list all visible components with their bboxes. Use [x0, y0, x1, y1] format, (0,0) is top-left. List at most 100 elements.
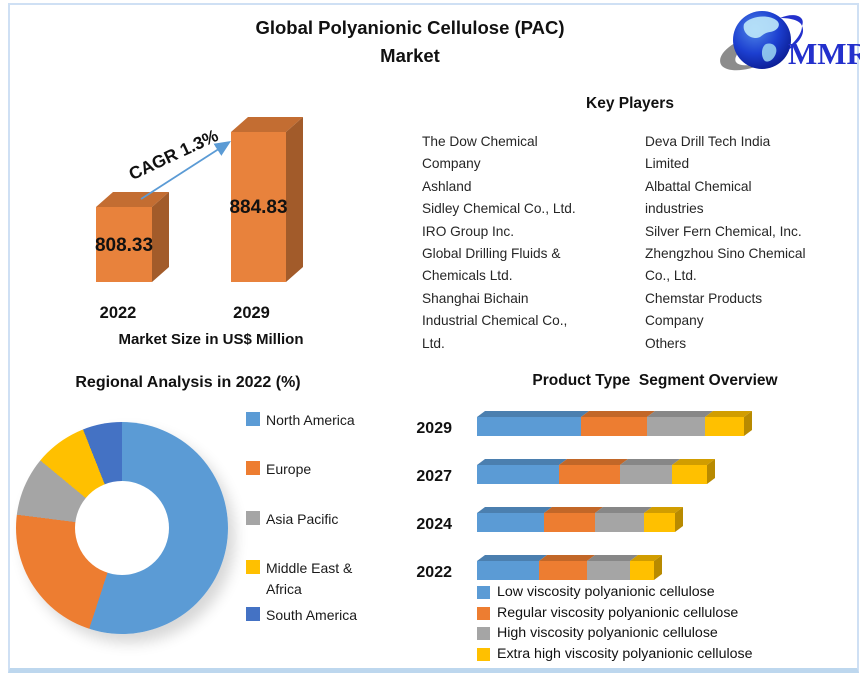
product-type-legend-item: High viscosity polyanionic cellulose	[477, 624, 753, 644]
key-player: Silver Fern Chemical, Inc.	[645, 221, 860, 243]
segment-top	[539, 555, 595, 561]
segment-front	[477, 417, 581, 436]
segment-top	[477, 459, 567, 465]
product-type-legend: Low viscosity polyanionic celluloseRegul…	[477, 583, 753, 665]
legend-swatch	[477, 607, 490, 620]
segment-front	[539, 561, 587, 580]
legend-label: Regular viscosity polyanionic cellulose	[497, 604, 738, 624]
segment-top	[477, 555, 547, 561]
segment-front	[705, 417, 744, 436]
segment-top	[620, 459, 680, 465]
segment-front	[644, 513, 675, 532]
key-player: Albattal Chemical industries	[645, 176, 860, 221]
stacked-bar	[477, 507, 777, 535]
legend-swatch	[246, 511, 260, 525]
key-player: Ashland	[422, 176, 627, 198]
segment-top	[647, 411, 713, 417]
segment-front	[587, 561, 630, 580]
segment-front	[581, 417, 647, 436]
key-players-column-2: Deva Drill Tech India LimitedAlbattal Ch…	[645, 131, 860, 355]
segment-front	[672, 465, 707, 484]
segment-front	[559, 465, 620, 484]
key-player: Zhengzhou Sino Chemical Co., Ltd.	[645, 243, 860, 288]
legend-swatch	[246, 412, 260, 426]
segment-top	[544, 507, 603, 513]
legend-swatch	[246, 607, 260, 621]
segment-front	[620, 465, 672, 484]
bar-side-face	[286, 117, 303, 282]
segment-top	[477, 507, 552, 513]
segment-front	[477, 513, 544, 532]
regional-donut-hole	[75, 481, 169, 575]
legend-label: Middle East & Africa	[266, 558, 352, 600]
stacked-bar-year-label: 2027	[414, 468, 452, 486]
legend-label: High viscosity polyanionic cellulose	[497, 624, 718, 644]
market-size-chart: 808.33 2022 884.83 2029 CAGR 1.3%	[40, 110, 360, 340]
stacked-bar	[477, 555, 777, 583]
legend-label: South America	[266, 605, 357, 626]
legend-swatch	[246, 461, 260, 475]
segment-front	[544, 513, 595, 532]
regional-legend-item: Middle East & Africa	[246, 558, 352, 600]
key-player: Deva Drill Tech India Limited	[645, 131, 860, 176]
key-player: Others	[645, 333, 860, 355]
segment-top	[587, 555, 638, 561]
legend-label: North America	[266, 410, 355, 431]
key-player: The Dow Chemical Company	[422, 131, 627, 176]
stacked-bar-year-label: 2022	[414, 564, 452, 582]
mmr-logo: MMR	[710, 4, 860, 84]
market-size-caption: Market Size in US$ Million	[76, 331, 346, 348]
key-players-heading: Key Players	[420, 95, 840, 113]
legend-swatch	[246, 560, 260, 574]
legend-label: Extra high viscosity polyanionic cellulo…	[497, 645, 753, 665]
legend-label: Low viscosity polyanionic cellulose	[497, 583, 715, 603]
product-type-legend-item: Low viscosity polyanionic cellulose	[477, 583, 753, 603]
legend-label: Europe	[266, 459, 311, 480]
page-title-line2: Market	[230, 42, 590, 70]
product-type-heading: Product Type Segment Overview	[474, 372, 836, 390]
product-type-legend-item: Regular viscosity polyanionic cellulose	[477, 604, 753, 624]
regional-legend-item: Asia Pacific	[246, 509, 338, 530]
segment-front	[595, 513, 644, 532]
page-title: Global Polyanionic Cellulose (PAC) Marke…	[230, 14, 590, 70]
key-player: Sidley Chemical Co., Ltd.	[422, 198, 627, 220]
legend-swatch	[477, 648, 490, 661]
segment-front	[647, 417, 705, 436]
key-player: Chemstar Products Company	[645, 288, 860, 333]
logo-text: MMR	[788, 36, 860, 71]
page-title-line1: Global Polyanionic Cellulose (PAC)	[230, 14, 590, 42]
mmr-logo-graphic: MMR	[710, 4, 860, 84]
bar-side-face	[152, 192, 169, 282]
regional-legend: North America Europe Asia Pacific Middle Ea…	[246, 404, 396, 644]
cagr-label: CAGR 1.3%	[126, 125, 222, 184]
segment-front	[477, 561, 539, 580]
segment-top	[559, 459, 628, 465]
key-player: Global Drilling Fluids & Chemicals Ltd.	[422, 243, 627, 288]
regional-legend-item: North America	[246, 410, 355, 431]
legend-label: Asia Pacific	[266, 509, 338, 530]
segment-front	[477, 465, 559, 484]
bar-value-label: 884.83	[229, 197, 287, 218]
regional-legend-item: South America	[246, 605, 357, 626]
segment-top	[595, 507, 652, 513]
regional-heading: Regional Analysis in 2022 (%)	[38, 374, 338, 392]
stacked-bar	[477, 411, 777, 439]
bar-year-label: 2022	[100, 304, 137, 322]
key-player: IRO Group Inc.	[422, 221, 627, 243]
infographic-page: Global Polyanionic Cellulose (PAC) Marke…	[0, 0, 864, 676]
stacked-bar-year-label: 2029	[414, 420, 452, 438]
segment-top	[477, 411, 589, 417]
segment-top	[581, 411, 655, 417]
market-size-chart-svg: 808.33 2022 884.83 2029 CAGR 1.3%	[40, 110, 360, 340]
segment-front	[630, 561, 654, 580]
stacked-bar-year-label: 2024	[414, 516, 452, 534]
legend-swatch	[477, 627, 490, 640]
bar-value-label: 808.33	[95, 235, 153, 256]
segment-top	[705, 411, 752, 417]
legend-swatch	[477, 586, 490, 599]
key-players-column-1: The Dow Chemical CompanyAshlandSidley Ch…	[422, 131, 627, 355]
bar-year-label: 2029	[233, 304, 270, 322]
product-type-legend-item: Extra high viscosity polyanionic cellulo…	[477, 645, 753, 665]
key-player: Shanghai Bichain Industrial Chemical Co.…	[422, 288, 627, 355]
regional-legend-item: Europe	[246, 459, 311, 480]
